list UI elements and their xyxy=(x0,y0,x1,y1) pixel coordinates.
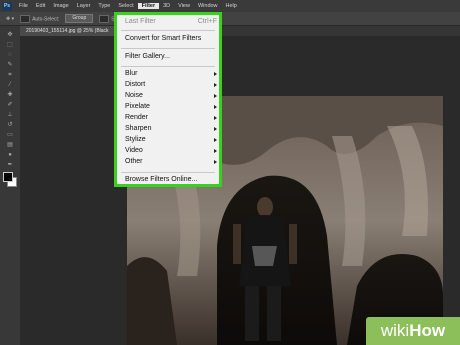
marquee-tool-icon[interactable]: ⬚ xyxy=(6,42,14,48)
menu-separator xyxy=(121,172,215,173)
last-filter-shortcut: Ctrl+F xyxy=(197,18,217,25)
menu-item-browse-filters-online[interactable]: Browse Filters Online... xyxy=(125,175,197,185)
group-select-value: Group xyxy=(65,14,94,23)
menu-item-blur[interactable]: Blur xyxy=(125,69,137,79)
submenu-arrow-icon xyxy=(214,105,217,109)
menu-item-last-filter[interactable]: Last Filter Ctrl+F xyxy=(125,17,217,27)
dodge-tool-icon[interactable]: ● xyxy=(6,152,14,158)
menu-file[interactable]: File xyxy=(15,3,32,9)
menu-view[interactable]: View xyxy=(174,3,194,9)
gradient-tool-icon[interactable]: ▤ xyxy=(6,142,14,148)
options-bar: ✥ ▾ Auto-Select: Group Sho xyxy=(0,12,460,26)
submenu-arrow-icon xyxy=(214,116,217,120)
wikihow-watermark: wiki How xyxy=(366,317,460,345)
menu-bar: Ps File Edit Image Layer Type Select Fil… xyxy=(0,0,460,12)
document-tab-bar: 20190403_155114.jpg @ 25% (Black xyxy=(20,26,460,36)
watermark-how: How xyxy=(409,321,446,340)
auto-select-label: Auto-Select: xyxy=(32,15,60,22)
menu-type[interactable]: Type xyxy=(94,3,114,9)
menu-separator xyxy=(121,66,215,67)
menu-item-pixelate[interactable]: Pixelate xyxy=(125,102,150,112)
foreground-color-swatch[interactable] xyxy=(3,172,13,182)
photoshop-logo: Ps xyxy=(2,1,12,11)
submenu-arrow-icon xyxy=(214,127,217,131)
menu-item-render[interactable]: Render xyxy=(125,113,148,123)
menu-filter[interactable]: Filter xyxy=(137,3,160,9)
menu-window[interactable]: Window xyxy=(194,3,222,9)
menu-item-distort[interactable]: Distort xyxy=(125,80,145,90)
menu-layer[interactable]: Layer xyxy=(73,3,95,9)
eraser-tool-icon[interactable]: ▭ xyxy=(6,132,14,138)
menu-separator xyxy=(121,48,215,49)
filter-menu: Last Filter Ctrl+F Convert for Smart Fil… xyxy=(114,12,222,187)
auto-select-option[interactable]: Auto-Select: xyxy=(20,14,60,23)
auto-select-checkbox[interactable] xyxy=(20,14,31,23)
lasso-tool-icon[interactable]: ◌ xyxy=(6,52,14,58)
history-brush-tool-icon[interactable]: ↺ xyxy=(6,122,14,128)
submenu-arrow-icon xyxy=(214,83,217,87)
menu-item-other[interactable]: Other xyxy=(125,157,143,167)
document-tab[interactable]: 20190403_155114.jpg @ 25% (Black xyxy=(20,26,115,36)
show-transform-checkbox[interactable] xyxy=(99,14,110,23)
crop-tool-icon[interactable]: ⌗ xyxy=(6,72,14,78)
submenu-arrow-icon xyxy=(214,149,217,153)
menu-item-convert-smart-filters[interactable]: Convert for Smart Filters xyxy=(125,34,201,44)
clone-stamp-tool-icon[interactable]: ⊥ xyxy=(6,112,14,118)
watermark-wiki: wiki xyxy=(380,321,410,340)
move-tool-icon[interactable]: ✥ ▾ xyxy=(6,16,14,22)
menu-item-sharpen[interactable]: Sharpen xyxy=(125,124,151,134)
brush-tool-icon[interactable]: ✐ xyxy=(6,102,14,108)
eyedropper-tool-icon[interactable]: ⁄ xyxy=(6,82,14,88)
menu-item-filter-gallery[interactable]: Filter Gallery... xyxy=(125,52,170,62)
menu-image[interactable]: Image xyxy=(49,3,72,9)
menu-3d[interactable]: 3D xyxy=(159,3,174,9)
menu-separator xyxy=(121,30,215,31)
healing-brush-tool-icon[interactable]: ✚ xyxy=(6,92,14,98)
menu-select[interactable]: Select xyxy=(114,3,137,9)
submenu-arrow-icon xyxy=(214,160,217,164)
move-tool-icon[interactable]: ✥ xyxy=(6,32,14,38)
menu-edit[interactable]: Edit xyxy=(32,3,49,9)
menu-item-video[interactable]: Video xyxy=(125,146,143,156)
quick-select-tool-icon[interactable]: ✎ xyxy=(6,62,14,68)
submenu-arrow-icon xyxy=(214,138,217,142)
menu-item-stylize[interactable]: Stylize xyxy=(125,135,146,145)
pen-tool-icon[interactable]: ✒ xyxy=(6,162,14,168)
menu-item-noise[interactable]: Noise xyxy=(125,91,143,101)
submenu-arrow-icon xyxy=(214,94,217,98)
tools-panel: ✥ ⬚ ◌ ✎ ⌗ ⁄ ✚ ✐ ⊥ ↺ ▭ ▤ ● ✒ xyxy=(0,26,21,345)
group-select[interactable]: Group xyxy=(65,14,94,23)
submenu-arrow-icon xyxy=(214,72,217,76)
last-filter-label: Last Filter xyxy=(125,18,156,25)
menu-help[interactable]: Help xyxy=(222,3,241,9)
